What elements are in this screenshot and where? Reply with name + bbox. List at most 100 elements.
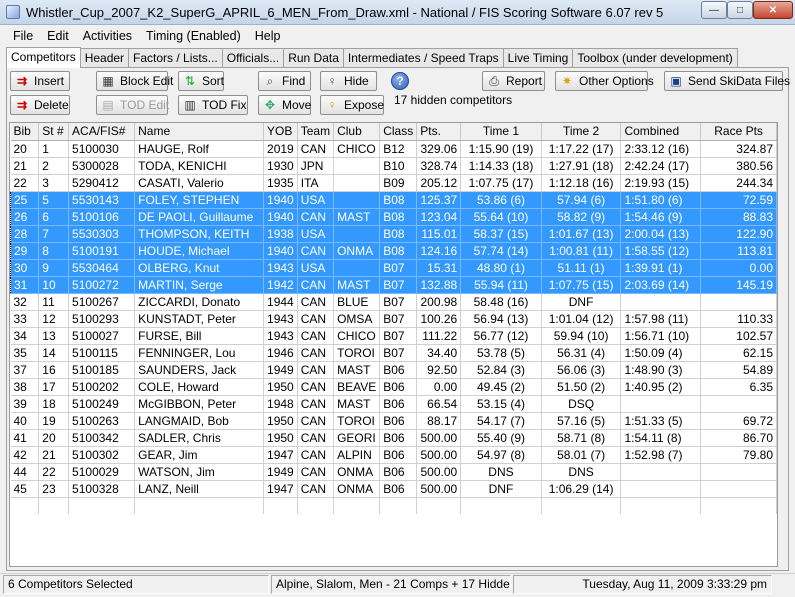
cell-team[interactable]: USA	[297, 191, 335, 209]
cell-yob[interactable]: 1938	[263, 225, 298, 243]
cell-fis-number[interactable]: 5100272	[68, 276, 136, 294]
cell-time2[interactable]: 58.01 (7)	[541, 446, 622, 464]
table-row[interactable]: 31 10 5100272 MARTIN, Serge 1942 CAN MAST B07 13…	[10, 276, 777, 294]
cell-time2[interactable]: 1:01.04 (12)	[541, 310, 622, 328]
cell-time2[interactable]: DNS	[541, 463, 622, 481]
table-row[interactable]: 35 14 5100115 FENNINGER, Lou 1946 CAN TOROI B07…	[10, 344, 777, 362]
cell-fis-number[interactable]: 5100185	[68, 361, 136, 379]
cell-start-number[interactable]: 20	[38, 429, 70, 447]
cell-club[interactable]	[333, 225, 381, 243]
table-row[interactable]: 45 23 5100328 LANZ, Neill 1947 CAN ONMA B06 500.…	[10, 480, 777, 498]
cell-start-number[interactable]: 22	[38, 463, 70, 481]
column-header-points[interactable]: Pts.	[416, 123, 462, 141]
cell-race-points[interactable]: 86.70	[700, 429, 777, 447]
cell-class[interactable]: B12	[379, 140, 418, 158]
menu-help[interactable]: Help	[248, 29, 288, 43]
cell-race-points[interactable]: 244.34	[700, 174, 777, 192]
expose-button[interactable]: ♀ Expose	[320, 95, 384, 115]
cell-points[interactable]: 34.40	[416, 344, 462, 362]
cell-name[interactable]: HAUGE, Rolf	[134, 140, 265, 158]
cell-time2[interactable]: 56.31 (4)	[541, 344, 622, 362]
cell-fis-number[interactable]: 5100191	[68, 242, 136, 260]
tod-edit-button[interactable]: ▤ TOD Edit	[96, 95, 169, 115]
cell-bib[interactable]: 38	[10, 378, 40, 396]
cell-start-number[interactable]: 18	[38, 395, 70, 413]
cell-combined[interactable]: 1:48.90 (3)	[620, 361, 702, 379]
cell-race-points[interactable]	[700, 395, 777, 413]
cell-combined[interactable]: 1:39.91 (1)	[620, 259, 702, 277]
cell-name[interactable]: DE PAOLI, Guillaume	[134, 208, 265, 226]
cell-fis-number[interactable]: 5100202	[68, 378, 136, 396]
cell-name[interactable]: LANZ, Neill	[134, 480, 265, 498]
table-row[interactable]: 42 21 5100302 GEAR, Jim 1947 CAN ALPIN B06 500.0…	[10, 446, 777, 464]
cell-name[interactable]: MARTIN, Serge	[134, 276, 265, 294]
cell-bib[interactable]: 26	[10, 208, 40, 226]
cell-points[interactable]: 329.06	[416, 140, 462, 158]
cell-class[interactable]: B06	[379, 463, 418, 481]
cell-team[interactable]: CAN	[297, 480, 335, 498]
cell-time1[interactable]: 1:15.90 (19)	[460, 140, 542, 158]
find-button[interactable]: ⌕ Find	[258, 71, 311, 91]
cell-yob[interactable]: 1942	[263, 276, 298, 294]
cell-time2[interactable]: 57.16 (5)	[541, 412, 622, 430]
tab-toolbox[interactable]: Toolbox (under development)	[572, 48, 738, 68]
table-row[interactable]: 22 3 5290412 CASATI, Valerio 1935 ITA B09 205.1…	[10, 174, 777, 192]
cell-combined[interactable]: 2:00.04 (13)	[620, 225, 702, 243]
cell-name[interactable]: ZICCARDI, Donato	[134, 293, 265, 311]
cell-class[interactable]: B10	[379, 157, 418, 175]
cell-points[interactable]: 100.26	[416, 310, 462, 328]
column-header-bib[interactable]: Bib	[10, 123, 40, 141]
cell-yob[interactable]: 1950	[263, 412, 298, 430]
cell-class[interactable]: B06	[379, 361, 418, 379]
cell-combined[interactable]: 1:50.09 (4)	[620, 344, 702, 362]
tod-fix-button[interactable]: ▥ TOD Fix	[178, 95, 248, 115]
cell-class[interactable]: B08	[379, 242, 418, 260]
cell-name[interactable]: FURSE, Bill	[134, 327, 265, 345]
cell-yob[interactable]: 1947	[263, 446, 298, 464]
cell-yob[interactable]: 1940	[263, 242, 298, 260]
cell-fis-number[interactable]: 5100115	[68, 344, 136, 362]
table-row[interactable]: 44 22 5100029 WATSON, Jim 1949 CAN ONMA B06 500.…	[10, 463, 777, 481]
cell-points[interactable]: 500.00	[416, 429, 462, 447]
cell-fis-number[interactable]: 5100293	[68, 310, 136, 328]
cell-team[interactable]: CAN	[297, 140, 335, 158]
cell-time1[interactable]: 1:07.75 (17)	[460, 174, 542, 192]
cell-team[interactable]: CAN	[297, 395, 335, 413]
table-row[interactable]: 40 19 5100263 LANGMAID, Bob 1950 CAN TOROI B06 8…	[10, 412, 777, 430]
cell-start-number[interactable]: 8	[38, 242, 70, 260]
cell-start-number[interactable]: 6	[38, 208, 70, 226]
table-row[interactable]: 28 7 5530303 THOMPSON, KEITH 1938 USA B08 115.0…	[10, 225, 777, 243]
cell-time1[interactable]: 58.48 (16)	[460, 293, 542, 311]
cell-class[interactable]: B09	[379, 174, 418, 192]
cell-start-number[interactable]: 11	[38, 293, 70, 311]
cell-combined[interactable]: 2:03.69 (14)	[620, 276, 702, 294]
cell-bib[interactable]: 20	[10, 140, 40, 158]
cell-start-number[interactable]: 1	[38, 140, 70, 158]
cell-combined[interactable]: 2:19.93 (15)	[620, 174, 702, 192]
cell-team[interactable]: ITA	[297, 174, 335, 192]
cell-time1[interactable]: 48.80 (1)	[460, 259, 542, 277]
cell-combined[interactable]: 1:58.55 (12)	[620, 242, 702, 260]
cell-team[interactable]: JPN	[297, 157, 335, 175]
menu-timing[interactable]: Timing (Enabled)	[139, 29, 248, 43]
cell-bib[interactable]: 31	[10, 276, 40, 294]
cell-team[interactable]: CAN	[297, 344, 335, 362]
minimize-button[interactable]: —	[701, 1, 727, 19]
block-edit-button[interactable]: ▦ Block Edit	[96, 71, 173, 91]
cell-club[interactable]: GEORI	[333, 429, 381, 447]
cell-start-number[interactable]: 10	[38, 276, 70, 294]
column-header-fis-number[interactable]: ACA/FIS#	[68, 123, 136, 141]
cell-name[interactable]: TODA, KENICHI	[134, 157, 265, 175]
cell-class[interactable]: B07	[379, 344, 418, 362]
close-button[interactable]: ✕	[753, 1, 793, 19]
tab-officials[interactable]: Officials...	[221, 48, 285, 68]
cell-time2[interactable]: DSQ	[541, 395, 622, 413]
cell-yob[interactable]: 1943	[263, 310, 298, 328]
table-row[interactable]: 25 5 5530143 FOLEY, STEPHEN 1940 USA B08 125.37…	[10, 191, 777, 209]
cell-yob[interactable]: 1944	[263, 293, 298, 311]
cell-points[interactable]: 500.00	[416, 463, 462, 481]
table-row[interactable]: 41 20 5100342 SADLER, Chris 1950 CAN GEORI B06 5…	[10, 429, 777, 447]
cell-bib[interactable]: 21	[10, 157, 40, 175]
cell-points[interactable]: 205.12	[416, 174, 462, 192]
cell-club[interactable]: TOROI	[333, 412, 381, 430]
